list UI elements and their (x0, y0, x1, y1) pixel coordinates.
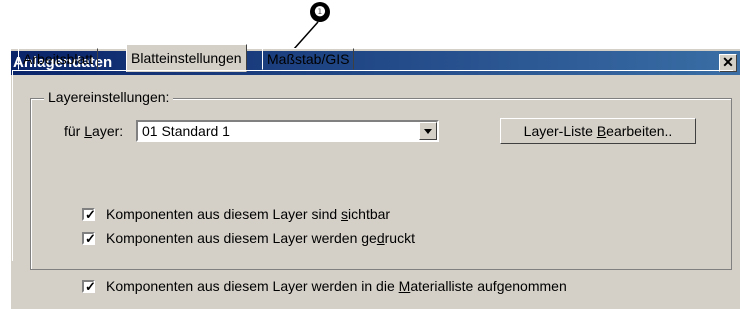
check-icon: ✓ (85, 279, 96, 294)
material-checkbox-label: Komponenten aus diesem Layer werden in d… (106, 278, 567, 294)
group-title: Layereinstellungen: (44, 89, 174, 105)
chevron-down-icon (424, 129, 432, 134)
dropdown-button[interactable] (419, 122, 437, 140)
layer-select[interactable]: 01 Standard 1 (136, 120, 439, 142)
visible-checkbox[interactable]: ✓ (82, 207, 96, 222)
tab-arbeitsblatt[interactable]: Arbeitsblatt (18, 48, 99, 70)
layer-label: für Layer: (64, 123, 124, 139)
check-icon: ✓ (85, 207, 96, 222)
callout-number: ❶ (310, 2, 330, 22)
edit-layer-list-button[interactable]: Layer-Liste Bearbeiten.. (500, 118, 696, 144)
material-checkbox[interactable]: ✓ (82, 279, 96, 294)
print-checkbox-label: Komponenten aus diesem Layer werden gedr… (106, 230, 415, 246)
visible-checkbox-label: Komponenten aus diesem Layer sind sichtb… (106, 206, 391, 222)
tab-blatteinstellungen[interactable]: Blatteinstellungen (126, 44, 247, 72)
print-checkbox[interactable]: ✓ (82, 231, 96, 246)
tab-massstab-gis[interactable]: Maßstab/GIS (262, 48, 355, 70)
layer-select-value: 01 Standard 1 (142, 123, 230, 139)
check-icon: ✓ (85, 231, 96, 246)
